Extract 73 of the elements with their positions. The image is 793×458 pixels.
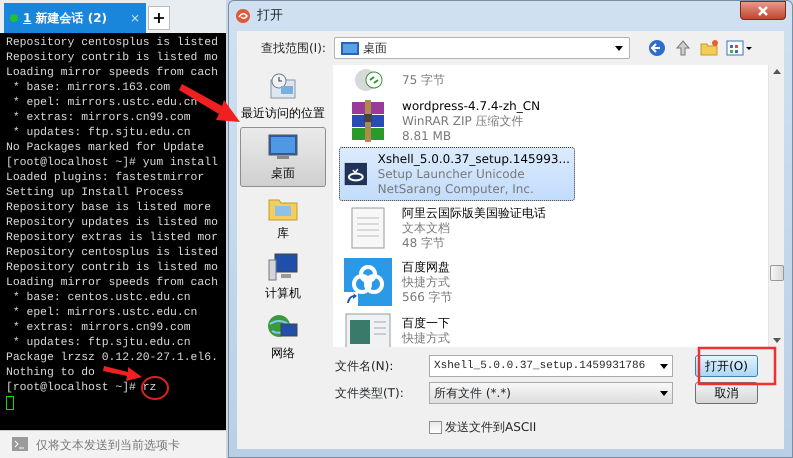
places-item[interactable]: 桌面	[240, 127, 326, 187]
terminal-line: * updates: ftp.sjtu.edu.cn	[12, 336, 191, 351]
places-item[interactable]: 网络	[240, 307, 326, 367]
terminal-line: * epel: mirrors.ustc.edu.cn	[12, 96, 198, 111]
open-button[interactable]: 打开(O)	[695, 355, 758, 377]
terminal-line: [root@localhost ~]# yum install	[6, 156, 218, 171]
session-tab[interactable]: 1 新建会话 (2) ×	[4, 3, 146, 33]
terminal-line: Repository centosplus is listed	[6, 246, 218, 261]
terminal-line: Repository base is listed more	[6, 201, 212, 216]
terminal-line: Loaded plugins: fastestmirror	[6, 171, 204, 186]
close-icon	[757, 6, 769, 16]
terminal-line: * updates: ftp.sjtu.edu.cn	[12, 126, 191, 141]
status-dot	[10, 14, 18, 22]
scroll-up-icon[interactable]	[772, 69, 780, 74]
terminal-line: * epel: mirrors.ustc.edu.cn	[12, 306, 198, 321]
circle-annotation	[141, 376, 169, 400]
terminal-line: * base: mirrors.163.com	[12, 81, 170, 96]
file-item[interactable]: 75 字节	[339, 65, 575, 95]
file-item[interactable]: wordpress-4.7.4-zh_CN WinRAR ZIP 压缩文件 8.81 MB	[339, 95, 575, 147]
cursor-icon	[6, 396, 14, 410]
terminal-line: Repository centosplus is listed	[6, 36, 218, 51]
ascii-label: 发送文件到ASCII	[445, 419, 536, 436]
new-tab-button[interactable]: +	[148, 6, 170, 30]
terminal-line: Setting up Install Process	[6, 186, 184, 201]
cloud-shortcut-icon	[344, 258, 392, 306]
app-icon	[235, 8, 251, 24]
desktop-icon	[267, 132, 299, 162]
send-text-field[interactable]: 仅将文本发送到当前选项卡	[0, 430, 226, 458]
file-item[interactable]: 百度一下 快捷方式	[339, 309, 575, 347]
caret-icon	[660, 364, 668, 368]
terminal-icon	[12, 437, 28, 451]
terminal-line: * extras: mirrors.cn99.com	[12, 321, 191, 336]
tab-title: 1 新建会话 (2)	[23, 10, 108, 27]
new-folder-icon[interactable]	[700, 39, 718, 57]
file-type-label: 文件类型(T):	[335, 385, 405, 402]
dialog-title: 打开	[257, 7, 283, 26]
terminal-line: Nothing to do	[6, 366, 95, 381]
look-in-dropdown[interactable]: 桌面	[334, 37, 630, 59]
terminal-line: * extras: mirrors.cn99.com	[12, 111, 191, 126]
file-item[interactable]: 阿里云国际版美国验证电话 文本文档 48 字节	[339, 201, 575, 255]
terminal-line: Package lrzsz 0.12.20-27.1.el6.	[6, 351, 218, 366]
ascii-checkbox[interactable]	[429, 420, 442, 434]
file-name-field[interactable]: Xshell_5.0.0.37_setup.1459931786	[429, 355, 673, 377]
scroll-down-icon[interactable]	[772, 338, 780, 343]
terminal-line: Loading mirror speeds from cach	[6, 276, 218, 291]
look-in-label: 查找范围(I):	[261, 40, 326, 57]
scrollbar[interactable]	[768, 65, 784, 347]
places-item[interactable]: 库	[240, 187, 326, 247]
file-item[interactable]: 百度网盘 快捷方式 566 字节	[339, 255, 575, 309]
terminal-line: Loading mirror speeds from cach	[6, 66, 218, 81]
terminal-line: Repository contrib is listed mo	[6, 261, 218, 276]
terminal-line: Repository contrib is listed mo	[6, 51, 218, 66]
desktop-icon	[340, 41, 359, 55]
back-icon[interactable]	[648, 39, 666, 57]
places-item[interactable]: 最近访问的位置	[240, 67, 326, 127]
terminal-line: Repository updates is listed mo	[6, 216, 218, 231]
caret-icon	[614, 46, 623, 50]
view-menu-icon[interactable]	[726, 39, 752, 57]
places-item[interactable]: 计算机	[240, 247, 326, 307]
close-button[interactable]	[740, 1, 786, 20]
file-name-label: 文件名(N):	[335, 358, 394, 375]
web-page-icon	[344, 312, 392, 347]
arrow-annotation	[103, 366, 142, 381]
caret-icon	[660, 390, 668, 396]
terminal-line: No Packages marked for Update	[6, 141, 204, 156]
file-item[interactable]: Xshell_5.0.0.37_setup.145993... Setup Launcher Unicode NetSarang Computer, Inc.	[339, 147, 575, 201]
terminal-line: * base: centos.ustc.edu.cn	[12, 291, 191, 306]
computer-icon	[267, 252, 299, 282]
scrollbar-thumb[interactable]	[770, 265, 784, 281]
terminal-line: [root@localhost ~]# rz	[6, 381, 156, 396]
up-arrow-icon[interactable]	[674, 39, 692, 57]
file-type-dropdown[interactable]: 所有文件 (*.*)	[429, 382, 673, 404]
terminal-line: Repository extras is listed mor	[6, 231, 218, 246]
